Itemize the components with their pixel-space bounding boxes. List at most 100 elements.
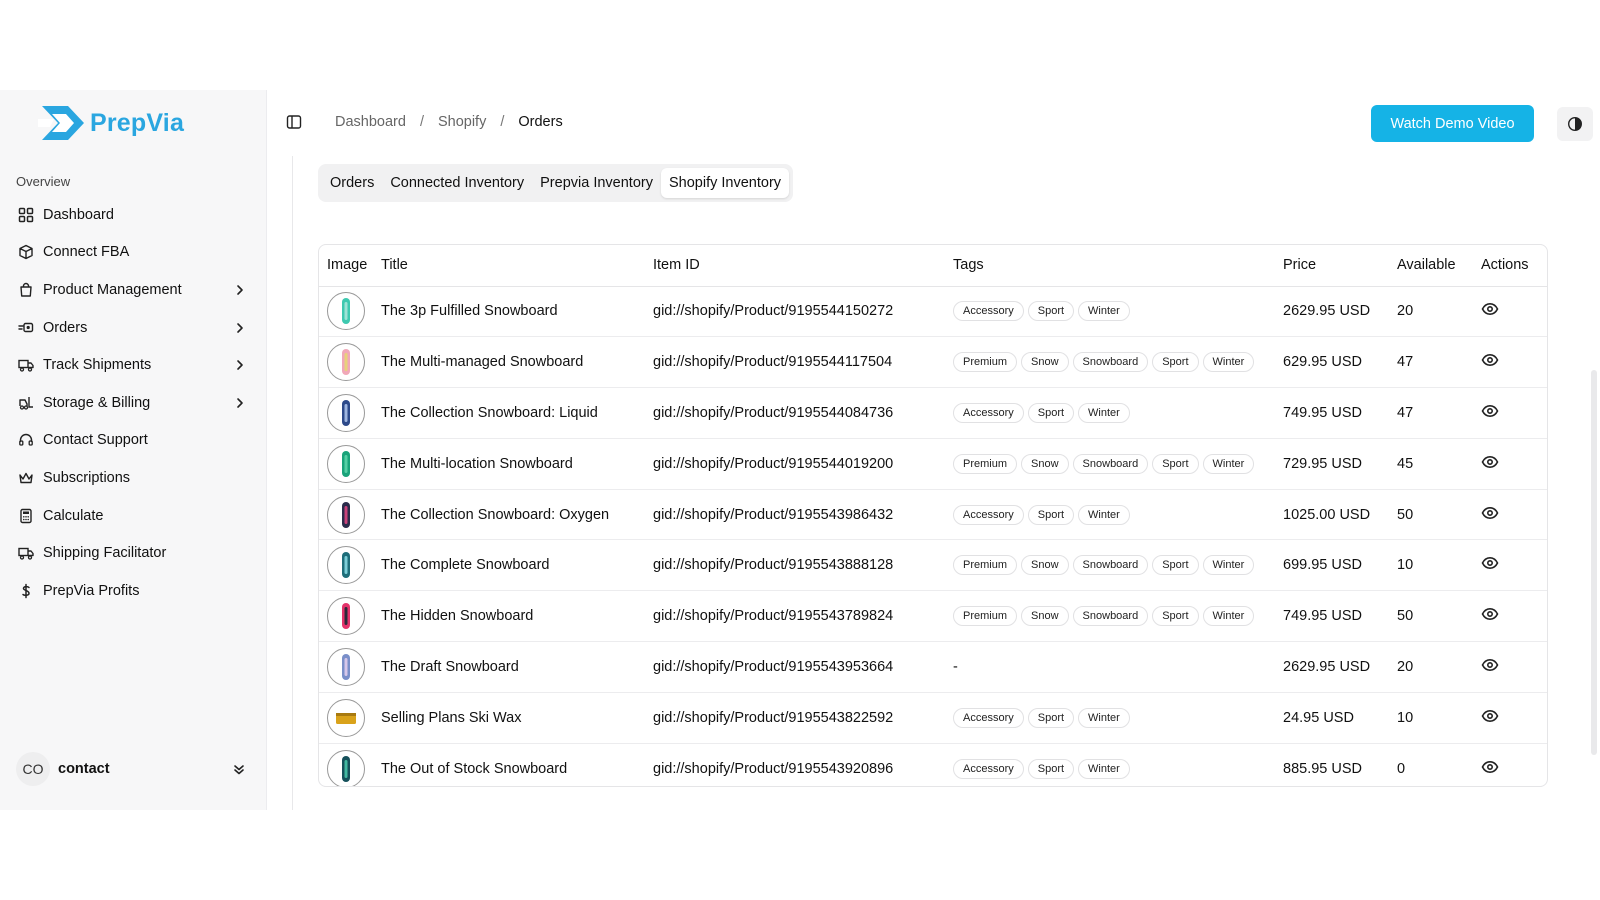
product-thumbnail <box>327 698 365 737</box>
cell-item-id: gid://shopify/Product/9195543888128 <box>653 539 953 592</box>
sidebar-item-prepvia-profits[interactable]: PrepVia Profits <box>10 572 255 610</box>
tag-badge: Snowboard <box>1072 606 1149 627</box>
cell-image <box>319 387 381 439</box>
cell-image <box>319 286 381 338</box>
tag-badge: Sport <box>1152 453 1199 474</box>
tag-badge: Winter <box>1078 758 1130 779</box>
tag-badge: Snow <box>1021 606 1069 627</box>
col-title: Title <box>381 245 653 287</box>
cell-title: The Draft Snowboard <box>381 641 653 693</box>
page-scrollbar[interactable] <box>1591 370 1597 755</box>
cell-title: The Hidden Snowboard <box>381 590 653 643</box>
cell-price: 2629.95 USD <box>1283 641 1397 693</box>
view-eye-icon[interactable] <box>1481 707 1499 725</box>
chevron-right-icon <box>233 358 247 372</box>
tab-prepvia-inventory[interactable]: Prepvia Inventory <box>532 168 661 198</box>
sidebar-item-label: Connect FBA <box>43 244 130 261</box>
product-thumbnail <box>327 495 365 534</box>
sidebar-item-contact-support[interactable]: Contact Support <box>10 422 255 460</box>
cell-available: 0 <box>1397 760 1406 777</box>
view-eye-icon[interactable] <box>1481 656 1499 674</box>
sidebar-item-label: Track Shipments <box>43 357 152 374</box>
breadcrumb-dashboard[interactable]: Dashboard <box>335 114 406 130</box>
chevron-right-icon <box>233 321 247 335</box>
product-thumbnail <box>327 343 365 382</box>
sidebar-item-subscriptions[interactable]: Subscriptions <box>10 459 255 497</box>
cell-available: 47 <box>1397 387 1481 439</box>
tag-badge: Winter <box>1078 301 1130 322</box>
sidebar-item-track-shipments[interactable]: Track Shipments <box>10 346 255 384</box>
prepvia-logo-icon <box>38 106 84 140</box>
brand-logo[interactable]: PrepVia <box>38 104 184 142</box>
cell-tags: Premium Snow Snowboard Sport Winter <box>953 539 1283 592</box>
view-eye-icon[interactable] <box>1481 758 1499 776</box>
breadcrumb-orders: Orders <box>518 114 563 130</box>
dashboard-grid-icon <box>18 207 34 223</box>
cell-title: The Collection Snowboard: Liquid <box>381 387 653 439</box>
table-row: The Complete Snowboard gid://shopify/Prod… <box>319 539 1547 592</box>
user-menu[interactable]: CO contact <box>16 750 256 788</box>
chevron-right-icon <box>233 396 247 410</box>
avatar: CO <box>16 752 50 786</box>
tag-badge: Winter <box>1202 606 1255 627</box>
cell-price: 1025.00 USD <box>1283 489 1397 541</box>
cell-actions <box>1481 438 1547 490</box>
sidebar-item-storage-and-billing[interactable]: Storage & Billing <box>10 384 255 422</box>
empty-tags: - <box>953 658 958 675</box>
sidebar-item-calculate[interactable]: Calculate <box>10 497 255 535</box>
sidebar-toggle-icon[interactable] <box>286 114 302 130</box>
view-eye-icon[interactable] <box>1481 554 1499 572</box>
tag-badge: Premium <box>953 555 1018 576</box>
tag-badge: Winter <box>1202 453 1255 474</box>
tab-shopify-inventory[interactable]: Shopify Inventory <box>660 168 790 198</box>
table-row: The Collection Snowboard: Liquid gid://sh… <box>319 387 1547 439</box>
view-eye-icon[interactable] <box>1481 605 1499 623</box>
sidebar-item-dashboard[interactable]: Dashboard <box>10 196 255 234</box>
tag-badge: Sport <box>1152 352 1199 373</box>
cell-title: The Collection Snowboard: Oxygen <box>381 489 653 541</box>
breadcrumb-shopify[interactable]: Shopify <box>438 114 486 130</box>
cell-title: The Complete Snowboard <box>381 539 653 592</box>
view-eye-icon[interactable] <box>1481 504 1499 522</box>
cell-tags: Premium Snow Snowboard Sport Winter <box>953 438 1283 490</box>
sidebar-item-orders[interactable]: Orders <box>10 309 255 347</box>
theme-toggle-button[interactable] <box>1557 107 1593 141</box>
sidebar: PrepVia Overview Dashboard Connect FBA Pro… <box>0 90 267 810</box>
tag-badge: Premium <box>953 453 1018 474</box>
sidebar-item-shipping-facilitator[interactable]: Shipping Facilitator <box>10 534 255 572</box>
tag-badge: Sport <box>1027 402 1075 423</box>
tag-badge: Winter <box>1202 555 1255 576</box>
table-row: The Hidden Snowboard gid://shopify/Produc… <box>319 590 1547 643</box>
tab-orders[interactable]: Orders <box>322 168 382 198</box>
sidebar-item-product-management[interactable]: Product Management <box>10 271 255 309</box>
crown-icon <box>18 470 34 486</box>
sidebar-item-label: Storage & Billing <box>43 394 151 411</box>
tag-badge: Premium <box>953 606 1018 627</box>
sidebar-item-connect-fba[interactable]: Connect FBA <box>10 234 255 272</box>
tag-badge: Winter <box>1078 707 1130 728</box>
view-eye-icon[interactable] <box>1481 351 1499 369</box>
view-eye-icon[interactable] <box>1481 402 1499 420</box>
tag-badge: Accessory <box>953 504 1024 525</box>
cell-actions <box>1481 489 1547 541</box>
cell-price: 2629.95 USD <box>1283 286 1397 338</box>
tag-badge: Premium <box>953 352 1018 373</box>
product-thumbnail <box>327 292 365 331</box>
cell-actions <box>1481 286 1547 338</box>
view-eye-icon[interactable] <box>1481 300 1499 318</box>
col-price: Price <box>1283 245 1397 287</box>
cell-price: 699.95 USD <box>1283 539 1397 592</box>
nav-section-label: Overview <box>16 174 71 189</box>
cell-actions <box>1481 387 1547 439</box>
cell-price: 749.95 USD <box>1283 387 1397 439</box>
product-thumbnail <box>327 546 365 585</box>
view-eye-icon[interactable] <box>1481 453 1499 471</box>
tag-badge: Winter <box>1078 504 1130 525</box>
tag-badge: Accessory <box>953 707 1024 728</box>
cell-available: 20 <box>1397 641 1481 693</box>
watch-demo-video-button[interactable]: Watch Demo Video <box>1371 105 1534 142</box>
cell-tags: Accessory Sport Winter <box>953 743 1283 786</box>
tab-connected-inventory[interactable]: Connected Inventory <box>382 168 532 198</box>
table-header-row: Image Title Item ID Tags Price Available… <box>319 245 1547 287</box>
col-item-id: Item ID <box>653 245 953 287</box>
